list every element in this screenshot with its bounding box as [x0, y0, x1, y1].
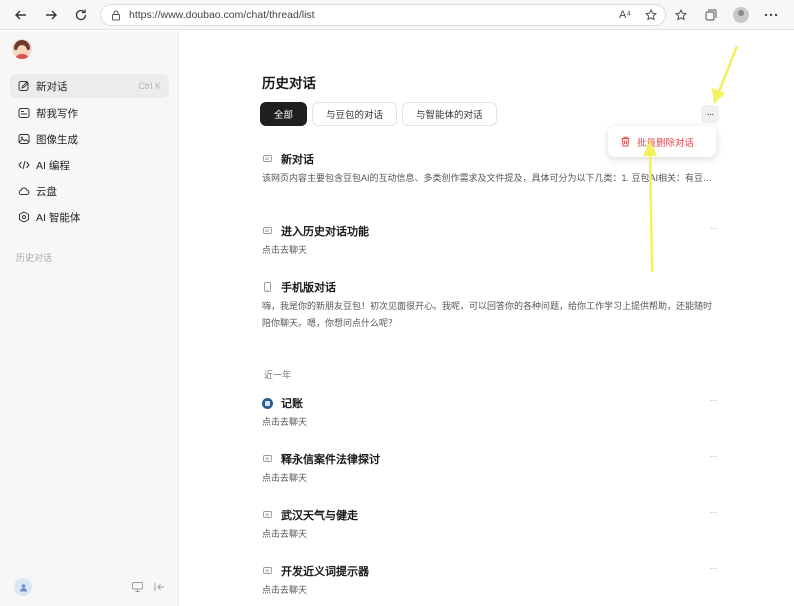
- thread-item[interactable]: 武汉天气与健走 ··· 点击去聊天: [262, 507, 717, 543]
- menu-more-icon[interactable]: [760, 4, 782, 26]
- chat-bubble-icon: [262, 226, 273, 237]
- thread-more-button[interactable]: ···: [710, 223, 718, 233]
- sidebar-item-label: 云盘: [36, 185, 57, 198]
- thread-more-button[interactable]: ···: [710, 451, 718, 461]
- thread-preview: 嗨，我是你的新朋友豆包！初次见面很开心。我呢，可以回答你的各种问题，给你工作学习…: [262, 301, 713, 328]
- sidebar-item-cloud[interactable]: 云盘: [10, 179, 169, 203]
- arrow-left-icon: [15, 10, 26, 19]
- profile-avatar[interactable]: [730, 4, 752, 26]
- sidebar-item-agent[interactable]: AI 智能体: [10, 205, 169, 229]
- user-icon: [19, 583, 27, 591]
- shortcut-hint: Ctrl K: [138, 81, 162, 91]
- filter-tabs: 全部 与豆包的对话 与智能体的对话: [260, 102, 497, 126]
- thread-item[interactable]: 开发近义词提示器 ··· 点击去聊天: [262, 563, 717, 599]
- batch-delete-menu-item[interactable]: 批量删除对话: [637, 135, 694, 149]
- tab-all[interactable]: 全部: [260, 102, 308, 126]
- sidebar-item-new-chat[interactable]: 新对话 Ctrl K: [10, 74, 169, 98]
- chat-bubble-icon: [262, 154, 273, 165]
- writing-icon: [17, 107, 30, 120]
- main-content: 历史对话 全部 与豆包的对话 与智能体的对话 ··· 批量删除对话 新对话 该网…: [180, 31, 794, 606]
- thread-preview: 该网页内容主要包含豆包AI的互动信息、多类创作需求及文件提及，具体可分为以下几类…: [262, 173, 717, 183]
- arrow-right-icon: [46, 10, 57, 19]
- thread-item[interactable]: 进入历史对话功能 ··· 点击去聊天: [262, 223, 717, 259]
- sidebar-item-writing[interactable]: 帮我写作: [10, 101, 169, 125]
- sidebar-item-label: AI 智能体: [36, 211, 81, 224]
- thread-title: 新对话: [281, 154, 314, 166]
- lock-icon: [107, 6, 125, 24]
- thread-title: 进入历史对话功能: [281, 226, 369, 238]
- thread-title: 开发近义词提示器: [281, 566, 369, 578]
- thread-preview: 点击去聊天: [262, 585, 308, 595]
- thread-preview: 点击去聊天: [262, 473, 308, 483]
- sidebar: 新对话 Ctrl K 帮我写作 图像生成 AI 编程 云盘 AI 智能体 历史对…: [0, 31, 179, 606]
- url-text[interactable]: https://www.doubao.com/chat/thread/list: [129, 9, 315, 21]
- app-avatar-logo[interactable]: [12, 39, 32, 59]
- edit-icon: [17, 80, 30, 93]
- more-options-button[interactable]: ···: [701, 105, 719, 123]
- sidebar-item-label: 新对话: [36, 80, 68, 93]
- tab-doubao-chats[interactable]: 与豆包的对话: [312, 102, 398, 126]
- history-section-label: 历史对话: [16, 253, 53, 263]
- trash-icon: [620, 136, 631, 147]
- cloud-icon: [17, 185, 30, 198]
- mobile-phone-icon: [262, 282, 273, 293]
- chat-bubble-icon: [262, 510, 273, 521]
- read-aloud-icon[interactable]: A⁴: [617, 7, 633, 23]
- sidebar-footer: [12, 578, 167, 596]
- chat-bubble-icon: [262, 566, 273, 577]
- desktop-icon[interactable]: [130, 580, 144, 594]
- address-bar[interactable]: https://www.doubao.com/chat/thread/list …: [100, 4, 666, 26]
- tab-agent-chats[interactable]: 与智能体的对话: [402, 102, 497, 126]
- refresh-icon: [75, 9, 87, 20]
- user-avatar[interactable]: [14, 578, 32, 596]
- thread-more-button[interactable]: ···: [710, 563, 718, 573]
- page-title: 历史对话: [262, 76, 316, 91]
- refresh-button[interactable]: [66, 0, 96, 30]
- sidebar-item-label: AI 编程: [36, 159, 70, 172]
- thread-preview: 点击去聊天: [262, 417, 308, 427]
- thread-more-button[interactable]: ···: [710, 507, 718, 517]
- thread-title: 武汉天气与健走: [281, 510, 358, 522]
- thread-title: 记账: [281, 398, 303, 410]
- thread-title: 手机版对话: [281, 282, 336, 294]
- thread-item[interactable]: 新对话 该网页内容主要包含豆包AI的互动信息、多类创作需求及文件提及，具体可分为…: [262, 151, 717, 187]
- chat-bubble-icon: [262, 454, 273, 465]
- sidebar-item-label: 帮我写作: [36, 107, 78, 120]
- agent-icon: [17, 211, 30, 224]
- thread-more-button[interactable]: ···: [710, 395, 718, 405]
- forward-button[interactable]: [36, 0, 66, 30]
- ledger-agent-icon: [262, 397, 273, 409]
- code-icon: [17, 159, 30, 172]
- favorite-add-icon[interactable]: [643, 7, 659, 23]
- sidebar-item-label: 图像生成: [36, 133, 78, 146]
- sidebar-item-image[interactable]: 图像生成: [10, 127, 169, 151]
- sidebar-item-coding[interactable]: AI 编程: [10, 153, 169, 177]
- browser-toolbar: https://www.doubao.com/chat/thread/list …: [0, 0, 794, 30]
- thread-item[interactable]: 记账 ··· 点击去聊天: [262, 395, 717, 431]
- group-label-last-year: 近一年: [264, 370, 292, 380]
- thread-preview: 点击去聊天: [262, 529, 308, 539]
- favorites-icon[interactable]: [670, 4, 692, 26]
- thread-title: 释永信案件法律探讨: [281, 454, 380, 466]
- image-icon: [17, 133, 30, 146]
- collapse-sidebar-icon[interactable]: [152, 580, 166, 594]
- thread-item[interactable]: 释永信案件法律探讨 ··· 点击去聊天: [262, 451, 717, 487]
- thread-item[interactable]: 手机版对话 嗨，我是你的新朋友豆包！初次见面很开心。我呢，可以回答你的各种问题，…: [262, 279, 717, 332]
- thread-preview: 点击去聊天: [262, 245, 308, 255]
- collections-icon[interactable]: [700, 4, 722, 26]
- back-button[interactable]: [6, 0, 36, 30]
